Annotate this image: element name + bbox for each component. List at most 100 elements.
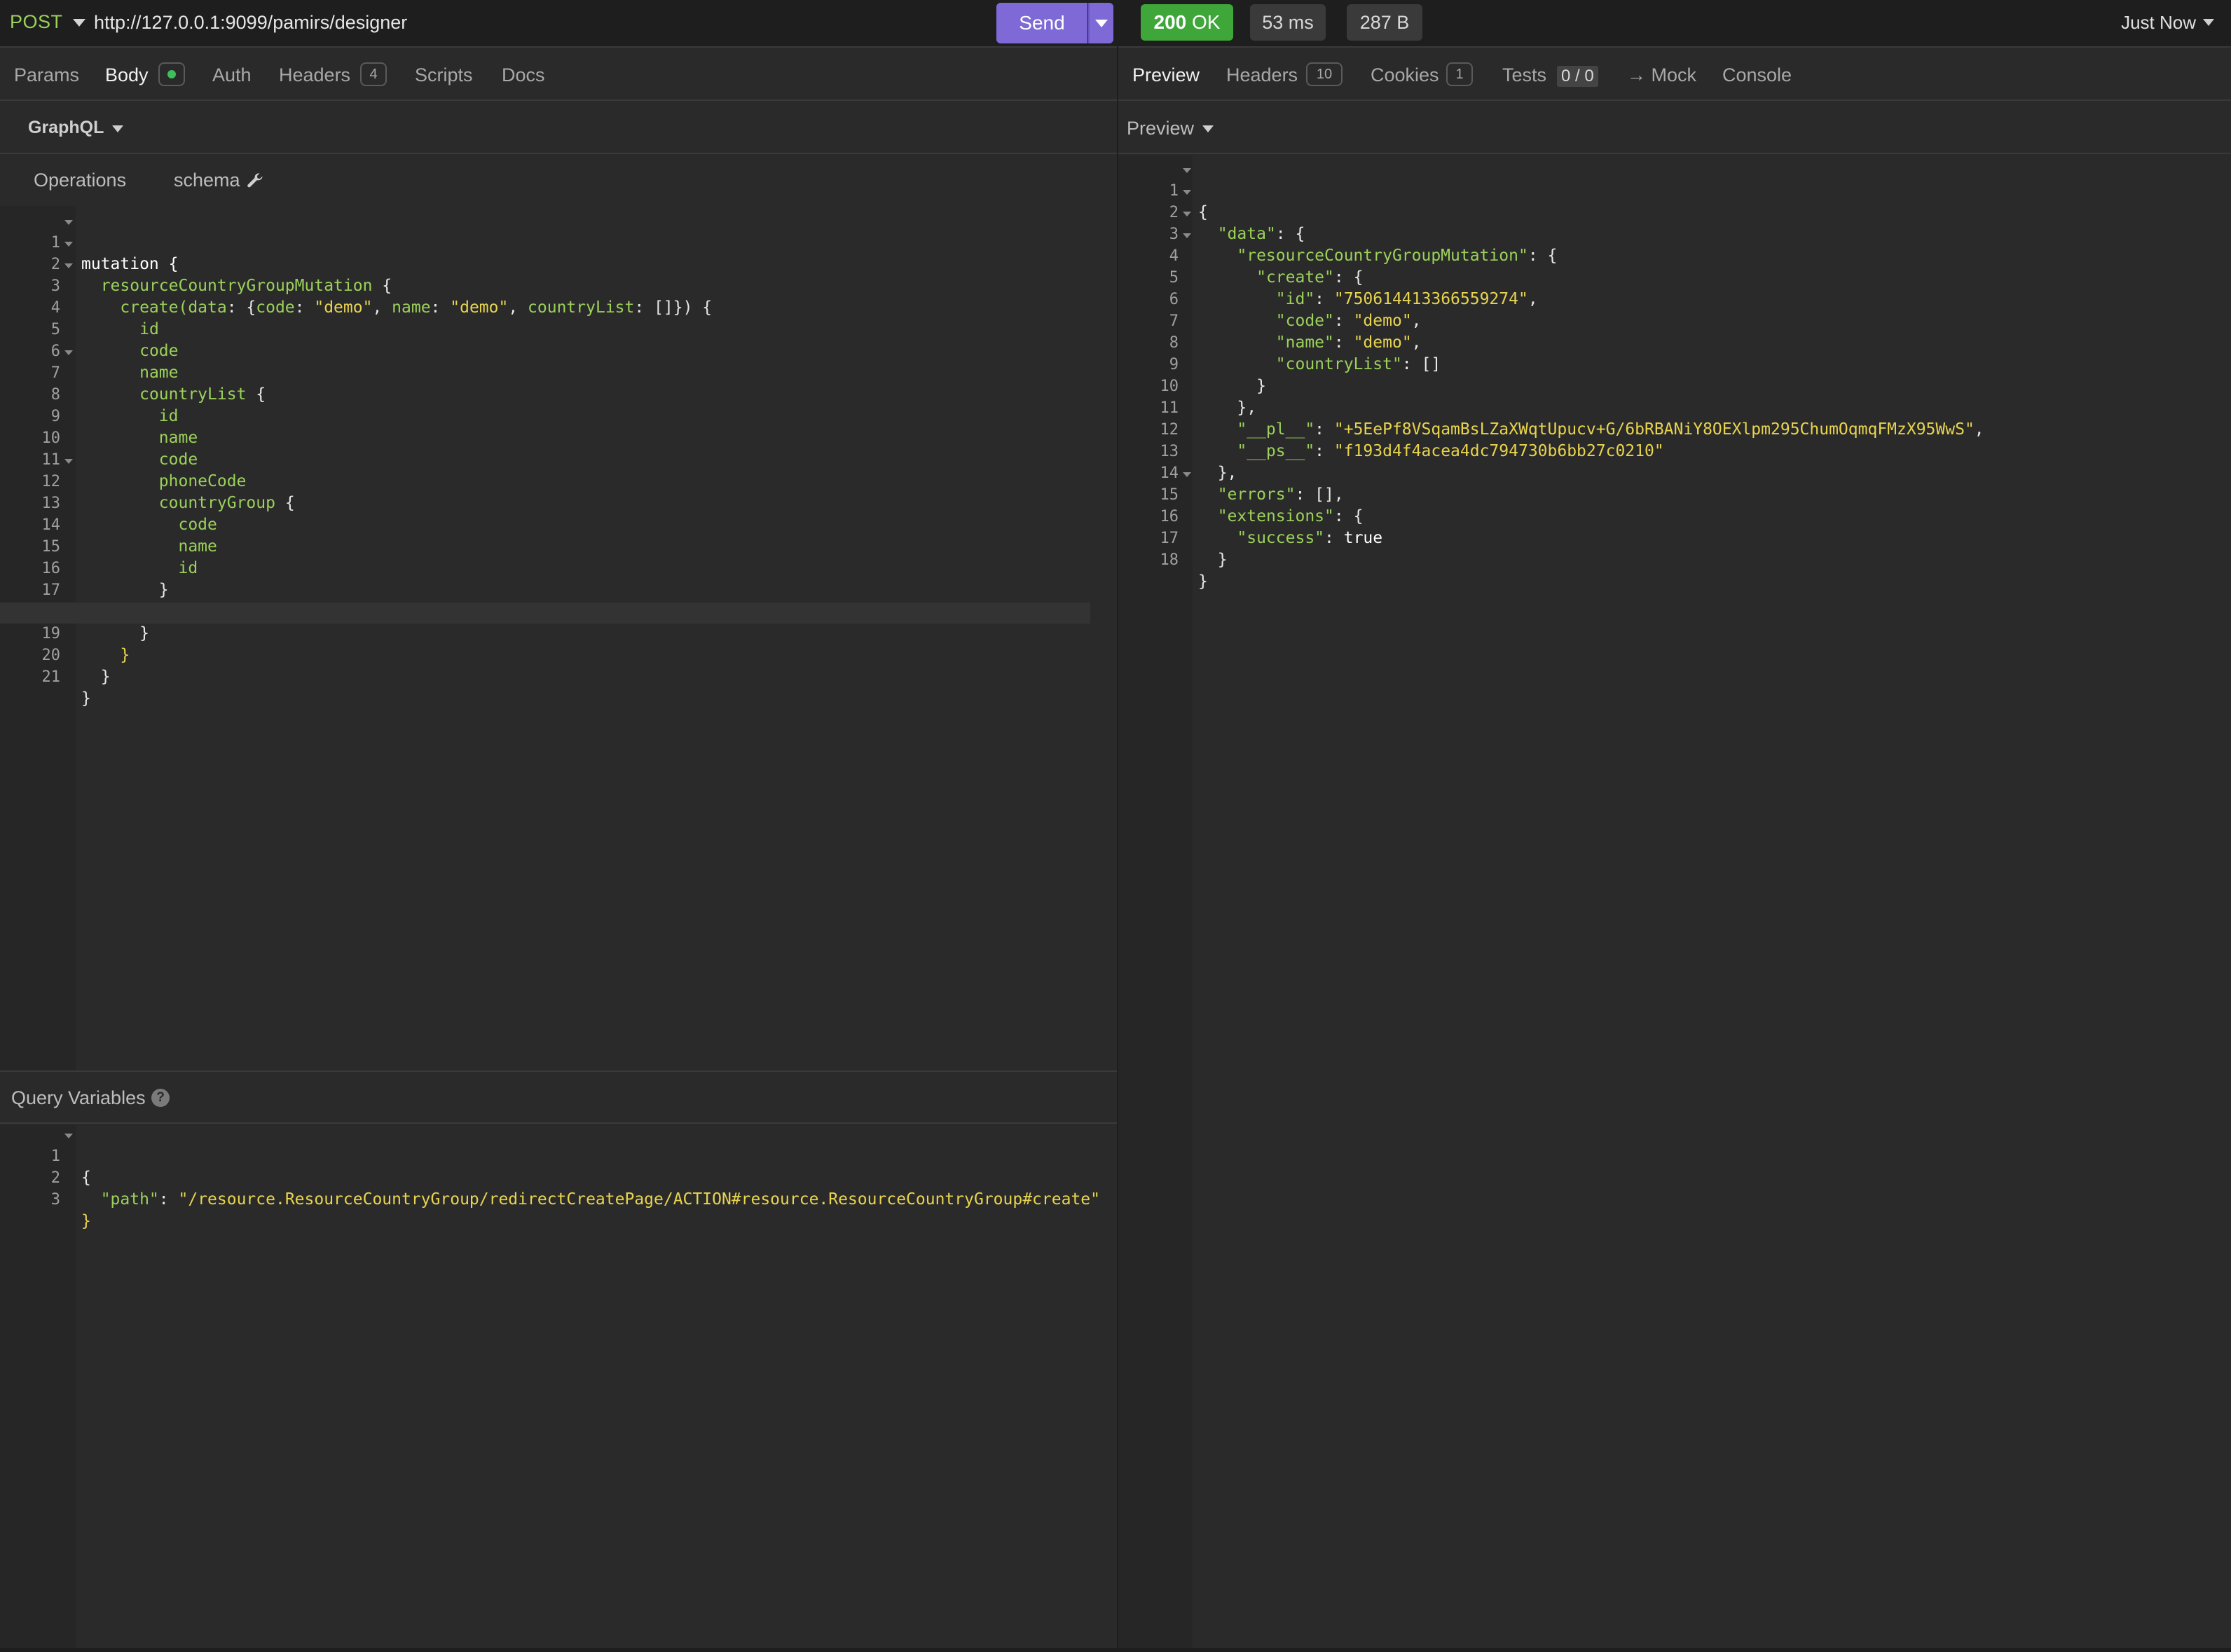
code-line: 11 phoneCode xyxy=(41,451,247,490)
send-button[interactable]: Send xyxy=(996,3,1087,43)
chevron-down-icon xyxy=(1095,20,1108,27)
code-line: 4 id xyxy=(50,299,159,338)
tab-headers[interactable]: Headers xyxy=(279,64,350,86)
fold-toggle-icon[interactable] xyxy=(1183,190,1191,195)
chevron-down-icon[interactable] xyxy=(73,19,85,27)
code-line: 3 create(data: {code: "demo", name: "dem… xyxy=(0,255,1090,317)
code-line: 17 } xyxy=(1160,530,1228,569)
code-line: 2 resourceCountryGroupMutation { xyxy=(0,233,1090,295)
tab-mock[interactable]: → Mock xyxy=(1627,64,1696,86)
fold-toggle-icon[interactable] xyxy=(64,350,73,355)
tab-cookies[interactable]: Cookies xyxy=(1371,64,1439,86)
code-line: 18 } xyxy=(1160,551,1208,591)
code-line: 4 "create": { xyxy=(1118,225,2209,287)
app-window: POST http://127.0.0.1:9099/pamirs/design… xyxy=(0,0,2231,1652)
window-bottom-edge xyxy=(0,1648,2231,1652)
code-line: 9 name xyxy=(50,408,198,447)
chevron-down-icon[interactable] xyxy=(112,125,123,132)
tab-scripts[interactable]: Scripts xyxy=(415,64,473,86)
code-line: 7 countryList { xyxy=(0,342,1090,404)
send-options-button[interactable] xyxy=(1088,3,1113,43)
code-line: 15 "extensions": { xyxy=(1118,464,2209,525)
code-line: 2 "path": "/resource.ResourceCountryGrou… xyxy=(50,1169,1100,1209)
fold-toggle-icon[interactable] xyxy=(1183,212,1191,216)
tab-operations[interactable]: Operations xyxy=(34,170,126,191)
response-body-viewer[interactable]: 1 { 2 "data": { 3 "resourceCountryGroupM… xyxy=(1118,156,2231,1652)
tab-console[interactable]: Console xyxy=(1722,64,1792,86)
history-dropdown[interactable]: Just Now xyxy=(2121,12,2196,34)
code-line: 3 "resourceCountryGroupMutation": { xyxy=(1118,203,2209,265)
fold-toggle-icon[interactable] xyxy=(1183,472,1191,477)
tab-auth[interactable]: Auth xyxy=(212,64,252,86)
query-variables-header: Query Variables ? xyxy=(0,1072,1117,1124)
code-line: 12 "__ps__": "f193d4f4acea4dc794730b6bb2… xyxy=(1160,421,1664,460)
tab-docs[interactable]: Docs xyxy=(502,64,545,86)
tests-count-badge: 0 / 0 xyxy=(1557,66,1598,87)
code-line: 20 } xyxy=(41,647,111,686)
chevron-down-icon[interactable] xyxy=(2203,19,2214,26)
headers-count-badge: 4 xyxy=(360,62,387,86)
tab-tests[interactable]: Tests xyxy=(1502,64,1546,86)
graphql-tabs: Operations schema xyxy=(0,156,1117,206)
fold-toggle-icon[interactable] xyxy=(64,1134,73,1138)
tab-params[interactable]: Params xyxy=(14,64,79,86)
code-line: 18 } xyxy=(42,603,149,642)
code-line-active: 19 } xyxy=(0,603,1090,664)
method-selector[interactable]: POST xyxy=(10,11,63,33)
body-status-badge xyxy=(158,62,185,86)
code-line: 3 } xyxy=(50,1191,91,1230)
query-variables-label: Query Variables xyxy=(11,1087,146,1108)
fold-toggle-icon[interactable] xyxy=(64,459,73,464)
active-dot-icon xyxy=(167,70,176,78)
url-input[interactable]: http://127.0.0.1:9099/pamirs/designer xyxy=(94,12,407,34)
code-line: 10 code xyxy=(41,429,198,469)
code-line: 10 }, xyxy=(1160,378,1257,417)
tab-response-headers[interactable]: Headers xyxy=(1226,64,1298,86)
code-line: 21 } xyxy=(41,668,91,708)
response-status-bar: 200 OK 53 ms 287 B Just Now xyxy=(1118,0,2231,48)
help-icon[interactable]: ? xyxy=(151,1089,170,1107)
code-line: 12 countryGroup { xyxy=(0,450,1090,512)
fold-toggle-icon[interactable] xyxy=(64,220,73,225)
code-line: 5 "id": "750614413366559274", xyxy=(1169,269,1538,308)
response-time: 53 ms xyxy=(1250,4,1326,41)
code-line: 7 "name": "demo", xyxy=(1169,312,1422,352)
code-line: 6 name xyxy=(50,343,179,382)
code-line: 13 code xyxy=(41,495,217,534)
response-pane: 200 OK 53 ms 287 B Just Now Preview Head… xyxy=(1118,0,2231,1652)
preview-mode-selector[interactable]: Preview xyxy=(1127,118,1194,139)
variables-editor[interactable]: 1 { 2 "path": "/resource.ResourceCountry… xyxy=(0,1125,1117,1652)
query-editor[interactable]: 1 mutation { 2 resourceCountryGroupMutat… xyxy=(0,206,1117,1071)
fold-toggle-icon[interactable] xyxy=(64,263,73,268)
code-line: 11 "__pl__": "+5EePf8VSqamBsLZaXWqtUpucv… xyxy=(1160,399,1984,439)
request-pane: POST http://127.0.0.1:9099/pamirs/design… xyxy=(0,0,1117,1652)
body-type-selector[interactable]: GraphQL xyxy=(28,118,104,138)
wrench-icon[interactable] xyxy=(245,171,265,191)
fold-toggle-icon[interactable] xyxy=(64,242,73,247)
tab-body[interactable]: Body xyxy=(105,64,149,86)
response-tabs: Preview Headers 10 Cookies 1 Tests 0 / 0… xyxy=(1118,49,2231,101)
chevron-down-icon[interactable] xyxy=(1202,125,1214,132)
cookies-count-badge: 1 xyxy=(1446,62,1473,86)
url-bar: POST http://127.0.0.1:9099/pamirs/design… xyxy=(0,0,1117,48)
status-badge: 200 OK xyxy=(1141,4,1233,41)
code-line: 17 countryGroupCode xyxy=(41,581,315,621)
code-line: 1 { xyxy=(0,1125,1090,1187)
fold-toggle-icon[interactable] xyxy=(1183,233,1191,238)
code-line: 8 id xyxy=(50,386,179,425)
request-tabs: Params Body Auth Headers 4 Scripts Docs xyxy=(0,49,1117,101)
fold-toggle-icon[interactable] xyxy=(1183,168,1191,173)
tab-schema[interactable]: schema xyxy=(174,170,240,191)
tab-preview[interactable]: Preview xyxy=(1132,64,1200,86)
code-line: 15 id xyxy=(41,538,198,577)
code-line: 9 } xyxy=(1169,356,1266,395)
code-line: 2 "data": { xyxy=(1118,181,2209,243)
code-line: 14 name xyxy=(41,516,217,556)
code-line: 14 "errors": [], xyxy=(1160,464,1344,504)
code-line: 16 "success": true xyxy=(1160,508,1383,547)
response-size: 287 B xyxy=(1347,4,1422,41)
preview-mode-bar: Preview xyxy=(1118,102,2231,154)
code-line: 1 mutation { xyxy=(0,212,1090,273)
code-line: 6 "code": "demo", xyxy=(1169,291,1422,330)
code-line: 16 } xyxy=(41,560,169,599)
